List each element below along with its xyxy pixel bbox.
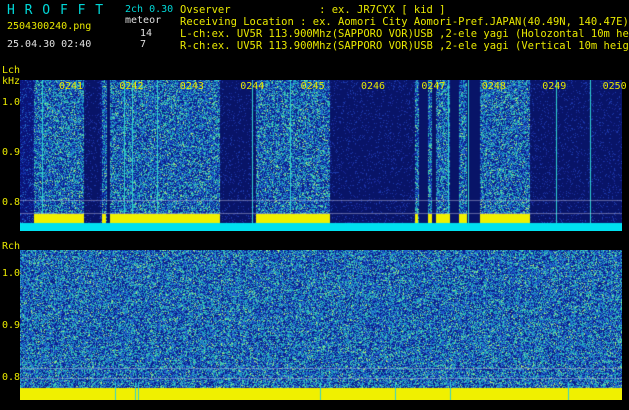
lch-time-tick: 0249	[542, 81, 567, 92]
rch-spectrogram	[20, 250, 622, 400]
meteor-count-lch: 14	[140, 28, 153, 39]
lch-time-tick: 0247	[421, 81, 446, 92]
lch-time-tick: 0248	[481, 81, 506, 92]
lch-ytick-0-9: 0.9	[2, 147, 21, 158]
meteor-count-rch: 7	[140, 39, 147, 50]
location-info: Receiving Location : ex. Aomori City Aom…	[180, 16, 629, 28]
rch-info: R-ch:ex. UV5R 113.900Mhz(SAPPORO VOR)USB…	[180, 40, 629, 52]
lch-unit: kHz	[2, 76, 21, 87]
lch-time-tick: 0241	[59, 81, 84, 92]
app-brand: H R O F F T	[7, 3, 105, 18]
rch-ytick-0-9: 0.9	[2, 320, 21, 331]
lch-time-tick: 0245	[300, 81, 325, 92]
rch-label: Rch	[2, 241, 21, 252]
rch-ytick-0-8: 0.8	[2, 372, 21, 383]
rch-ytick-1-0: 1.0	[2, 268, 21, 279]
mode-label: 2ch 0.30	[125, 4, 174, 15]
meteor-label: meteor	[125, 15, 162, 26]
lch-ytick-0-8: 0.8	[2, 197, 21, 208]
lch-time-tick: 0250	[602, 81, 627, 92]
observer-info: Ovserver : ex. JR7CYX [ kid ]	[180, 4, 446, 16]
lch-time-tick: 0244	[240, 81, 265, 92]
lch-label: Lch	[2, 65, 21, 76]
datetime-label: 25.04.30 02:40	[7, 39, 92, 50]
lch-spectrogram	[20, 80, 622, 231]
lch-time-tick: 0243	[179, 81, 204, 92]
lch-ytick-1-0: 1.0	[2, 97, 21, 108]
lch-time-tick: 0242	[119, 81, 144, 92]
filename-label: 2504300240.png	[7, 21, 92, 32]
lch-info: L-ch:ex. UV5R 113.900Mhz(SAPPORO VOR)USB…	[180, 28, 629, 40]
lch-time-tick: 0246	[361, 81, 386, 92]
